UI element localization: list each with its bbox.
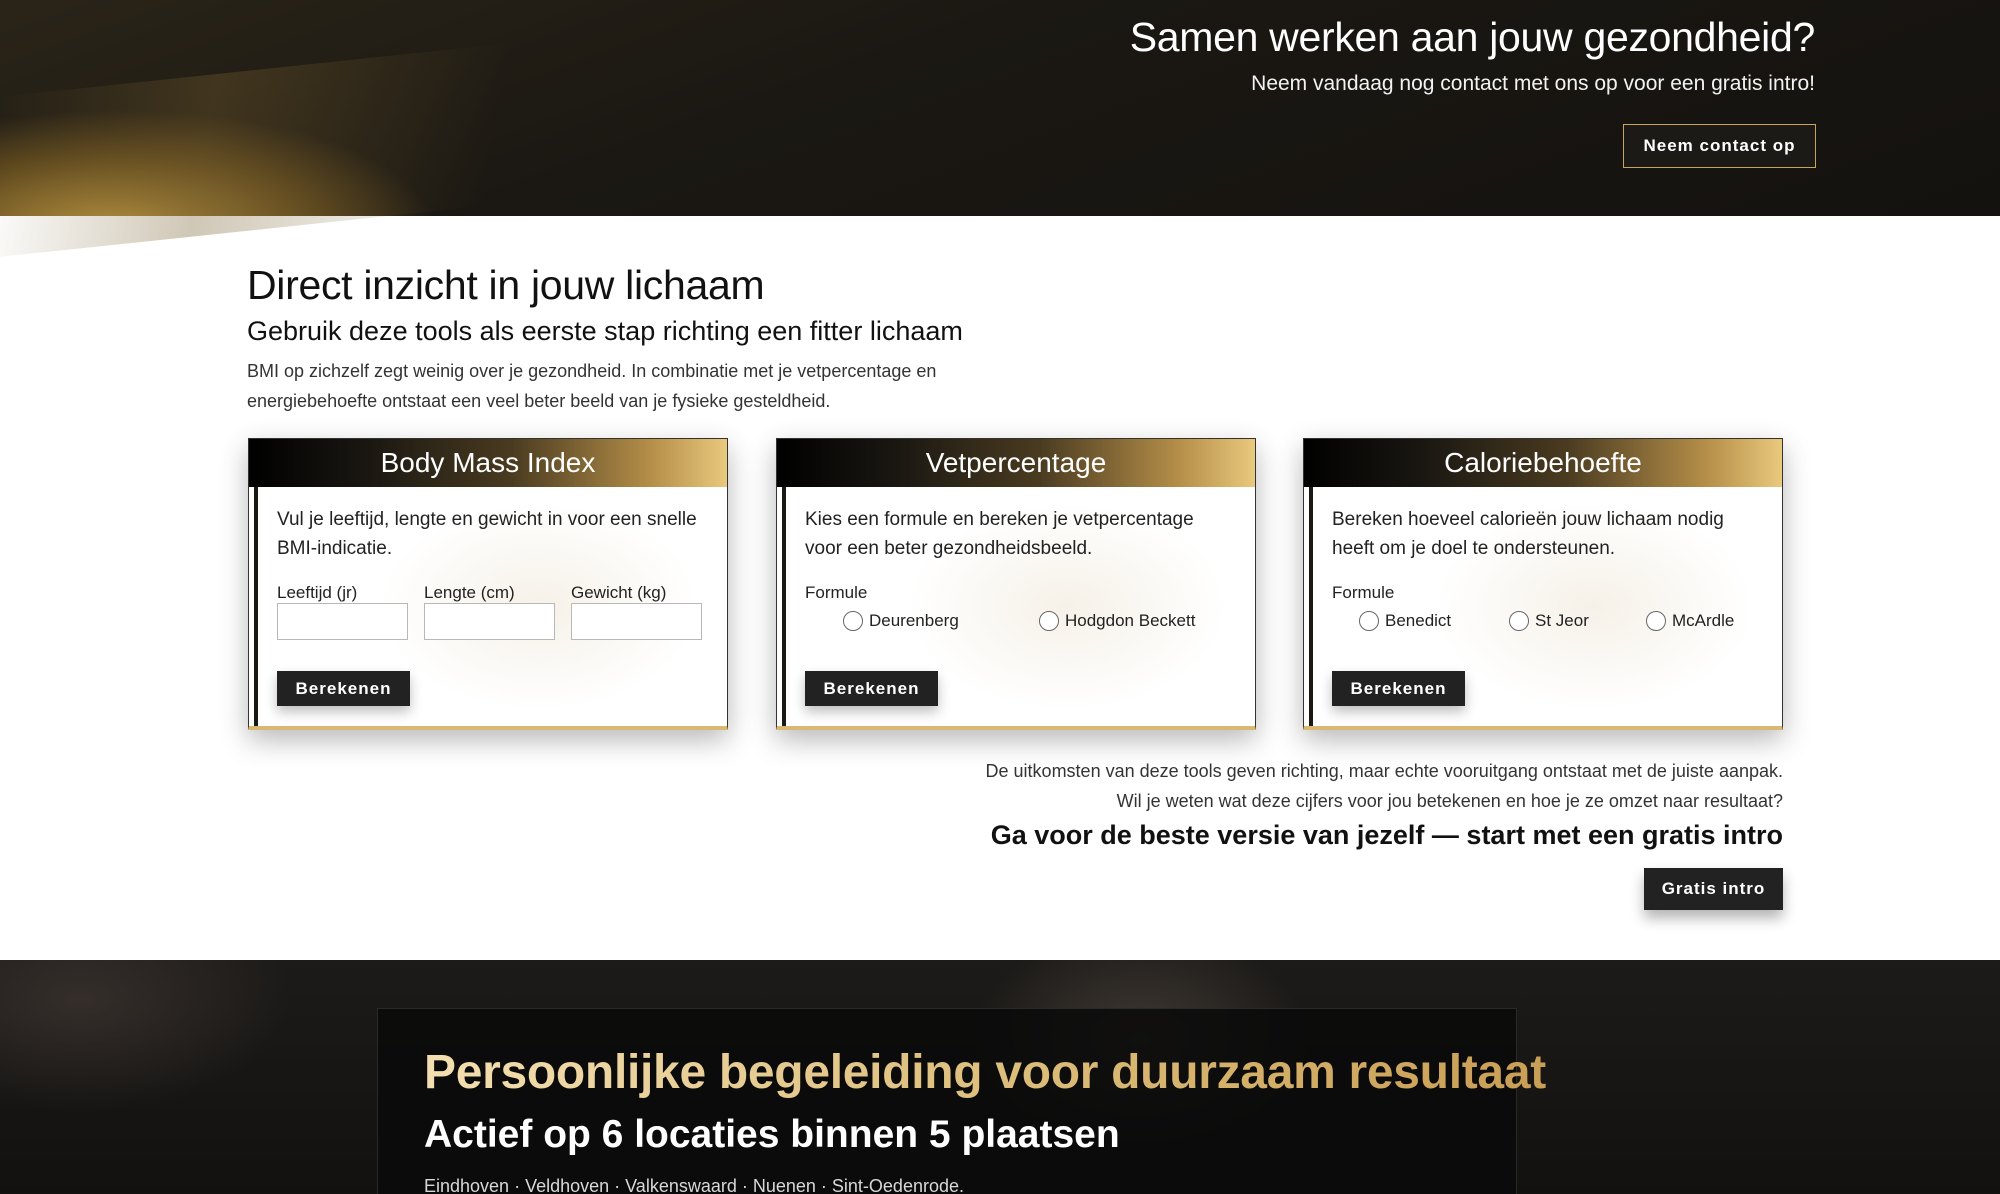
radio-circle-icon[interactable] [1509,611,1529,631]
contact-button[interactable]: Neem contact op [1623,124,1816,168]
length-label: Lengte (cm) [424,583,515,602]
hero-title: Samen werken aan jouw gezondheid? [1129,14,1816,60]
age-input[interactable] [277,603,408,640]
radio-circle-icon[interactable] [1039,611,1059,631]
radio-mcardle[interactable]: McArdle [1646,611,1734,631]
age-label: Leeftijd (jr) [277,583,358,602]
hero-banner: Samen werken aan jouw gezondheid? Neem v… [0,0,2000,257]
bodyfat-card-text: Kies een formule en bereken je vetpercen… [805,509,1194,559]
radio-deurenberg[interactable]: Deurenberg [843,611,959,631]
free-intro-button[interactable]: Gratis intro [1644,868,1783,910]
radio-label: St Jeor [1535,611,1589,630]
length-input[interactable] [424,603,555,640]
bmi-card-title: Body Mass Index [249,439,727,487]
radio-circle-icon[interactable] [1359,611,1379,631]
radio-label: McArdle [1672,611,1735,630]
radio-label: Benedict [1385,611,1452,630]
tools-subtitle: Gebruik deze tools als eerste stap richt… [247,316,963,346]
locations-list: Eindhoven · Veldhoven · Valkenswaard · N… [424,1176,964,1194]
intro-cta-heading: Ga voor de beste versie van jezelf — sta… [990,820,1783,850]
coaching-title: Persoonlijke begeleiding voor duurzaam r… [424,1046,1546,1099]
coaching-subtitle: Actief op 6 locaties binnen 5 plaatsen [424,1113,1120,1156]
weight-input[interactable] [571,603,702,640]
bmi-card-text: Vul je leeftijd, lengte en gewicht in vo… [277,509,697,559]
formula-label: Formule [805,583,868,602]
weight-label: Gewicht (kg) [571,583,667,602]
radio-circle-icon[interactable] [843,611,863,631]
tools-description: BMI op zichzelf zegt weinig over je gezo… [247,361,937,411]
tools-title: Direct inzicht in jouw lichaam [247,262,765,308]
hero-subtitle: Neem vandaag nog contact met ons op voor… [1251,72,1815,95]
radio-st-jeor[interactable]: St Jeor [1509,611,1589,631]
bodyfat-card-title: Vetpercentage [777,439,1255,487]
bodyfat-calculate-button[interactable]: Berekenen [805,671,938,706]
bmi-card: Body Mass Index Vul je leeftijd, lengte … [248,438,728,730]
formula-label: Formule [1332,583,1395,602]
hero-light-streak [0,23,700,257]
radio-hodgdon-beckett[interactable]: Hodgdon Beckett [1039,611,1195,631]
radio-circle-icon[interactable] [1646,611,1666,631]
radio-label: Deurenberg [869,611,959,630]
calorie-card-text: Bereken hoeveel calorieën jouw lichaam n… [1332,509,1724,559]
calorie-card-title: Caloriebehoefte [1304,439,1782,487]
calorie-card: Caloriebehoefte Bereken hoeveel calorieë… [1303,438,1783,730]
bodyfat-card: Vetpercentage Kies een formule en bereke… [776,438,1256,730]
coaching-panel [377,1008,1517,1194]
radio-benedict[interactable]: Benedict [1359,611,1451,631]
radio-label: Hodgdon Beckett [1065,611,1196,630]
tools-outro: De uitkomsten van deze tools geven richt… [985,761,1783,811]
calorie-calculate-button[interactable]: Berekenen [1332,671,1465,706]
bmi-calculate-button[interactable]: Berekenen [277,671,410,706]
